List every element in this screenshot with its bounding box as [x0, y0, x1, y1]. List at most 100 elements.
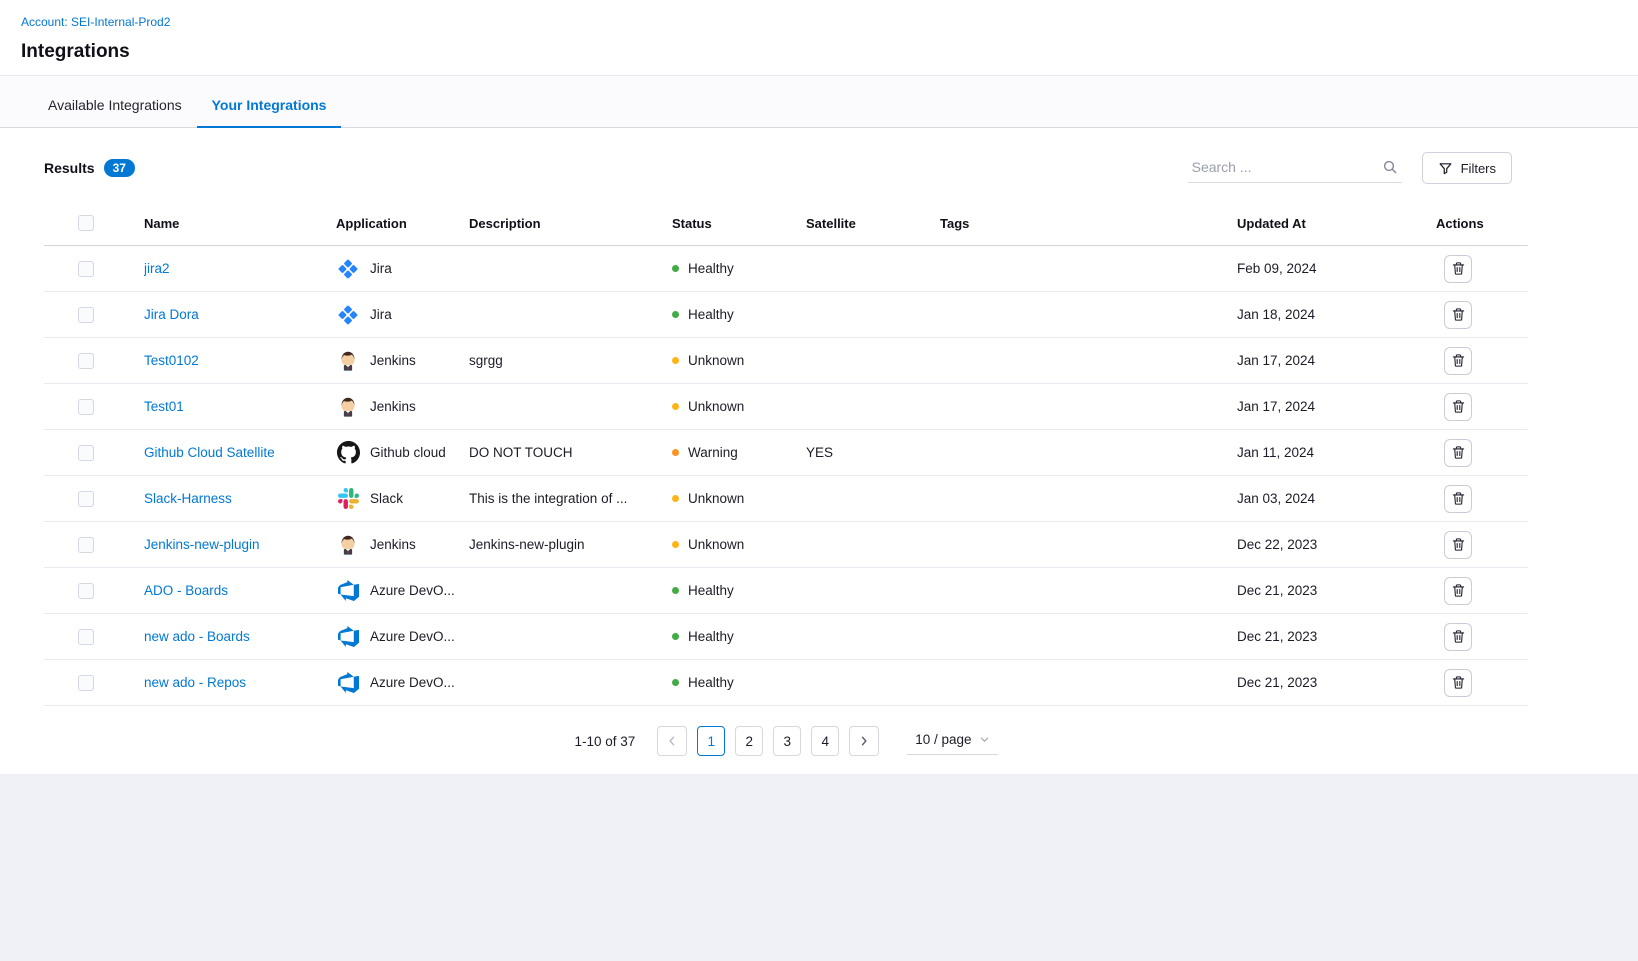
status-dot [672, 633, 679, 640]
trash-icon [1451, 399, 1466, 414]
azure-icon [336, 625, 360, 649]
updated-at: Jan 17, 2024 [1237, 353, 1436, 368]
integration-name-link[interactable]: Github Cloud Satellite [144, 445, 275, 460]
search-icon [1382, 159, 1398, 175]
table-row: jira2 Jira Healthy Feb 09, 2024 [44, 246, 1528, 292]
status-label: Healthy [688, 583, 734, 598]
integration-name-link[interactable]: Test01 [144, 399, 184, 414]
updated-at: Dec 21, 2023 [1237, 583, 1436, 598]
page-button-3[interactable]: 3 [773, 726, 801, 756]
prev-page-button[interactable] [657, 726, 687, 756]
page-button-4[interactable]: 4 [811, 726, 839, 756]
integration-name-link[interactable]: new ado - Repos [144, 675, 246, 690]
description-text: Jenkins-new-plugin [469, 537, 672, 552]
status-label: Unknown [688, 537, 744, 552]
trash-icon [1451, 491, 1466, 506]
page-buttons: 1234 [697, 726, 839, 756]
slack-icon [336, 487, 360, 511]
toolbar: Results 37 Filters [44, 152, 1528, 184]
status-label: Healthy [688, 307, 734, 322]
page-size-select[interactable]: 10 / page [907, 727, 997, 755]
tab-available-integrations[interactable]: Available Integrations [33, 97, 197, 127]
row-checkbox[interactable] [78, 353, 94, 369]
delete-button[interactable] [1444, 439, 1472, 467]
tab-bar: Available Integrations Your Integrations [0, 76, 1638, 128]
delete-button[interactable] [1444, 255, 1472, 283]
table-row: Github Cloud Satellite Github cloud DO N… [44, 430, 1528, 476]
page-size-label: 10 / page [915, 732, 971, 747]
updated-at: Dec 21, 2023 [1237, 675, 1436, 690]
table-row: ADO - Boards Azure DevO... Healthy Dec 2… [44, 568, 1528, 614]
trash-icon [1451, 675, 1466, 690]
status-label: Warning [688, 445, 738, 460]
filters-button[interactable]: Filters [1422, 152, 1512, 184]
search-input[interactable] [1190, 158, 1382, 176]
search-box [1188, 154, 1402, 183]
row-checkbox[interactable] [78, 491, 94, 507]
integration-name-link[interactable]: Jira Dora [144, 307, 199, 322]
tab-your-integrations[interactable]: Your Integrations [197, 97, 342, 128]
integration-name-link[interactable]: Slack-Harness [144, 491, 232, 506]
column-header-tags: Tags [940, 216, 1237, 231]
updated-at: Jan 03, 2024 [1237, 491, 1436, 506]
delete-button[interactable] [1444, 393, 1472, 421]
row-checkbox[interactable] [78, 399, 94, 415]
status-dot [672, 495, 679, 502]
results-label: Results [44, 160, 95, 176]
account-link[interactable]: Account: SEI-Internal-Prod2 [21, 15, 170, 29]
application-label: Azure DevO... [370, 629, 455, 644]
page-button-1[interactable]: 1 [697, 726, 725, 756]
delete-button[interactable] [1444, 347, 1472, 375]
status-label: Unknown [688, 353, 744, 368]
jenkins-icon [336, 533, 360, 557]
row-checkbox[interactable] [78, 261, 94, 277]
next-page-button[interactable] [849, 726, 879, 756]
filters-label: Filters [1461, 161, 1496, 176]
status-label: Unknown [688, 399, 744, 414]
jenkins-icon [336, 395, 360, 419]
status-label: Healthy [688, 675, 734, 690]
jenkins-icon [336, 349, 360, 373]
table-row: Test0102 Jenkins sgrgg Unknown Jan 17, 2… [44, 338, 1528, 384]
row-checkbox[interactable] [78, 675, 94, 691]
select-all-checkbox[interactable] [78, 215, 94, 231]
row-checkbox[interactable] [78, 537, 94, 553]
integration-name-link[interactable]: new ado - Boards [144, 629, 250, 644]
trash-icon [1451, 583, 1466, 598]
page-header: Account: SEI-Internal-Prod2 Integrations [0, 0, 1638, 76]
status-dot [672, 265, 679, 272]
row-checkbox[interactable] [78, 445, 94, 461]
delete-button[interactable] [1444, 623, 1472, 651]
application-label: Jenkins [370, 399, 416, 414]
page-button-2[interactable]: 2 [735, 726, 763, 756]
trash-icon [1451, 353, 1466, 368]
delete-button[interactable] [1444, 577, 1472, 605]
trash-icon [1451, 261, 1466, 276]
updated-at: Jan 18, 2024 [1237, 307, 1436, 322]
integration-name-link[interactable]: Test0102 [144, 353, 199, 368]
delete-button[interactable] [1444, 531, 1472, 559]
delete-button[interactable] [1444, 301, 1472, 329]
trash-icon [1451, 537, 1466, 552]
pagination-range-label: 1-10 of 37 [574, 734, 635, 749]
row-checkbox[interactable] [78, 307, 94, 323]
application-label: Azure DevO... [370, 675, 455, 690]
row-checkbox[interactable] [78, 583, 94, 599]
delete-button[interactable] [1444, 485, 1472, 513]
integration-name-link[interactable]: ADO - Boards [144, 583, 228, 598]
status-dot [672, 449, 679, 456]
main-content: Results 37 Filters Name Application De [0, 128, 1638, 774]
delete-button[interactable] [1444, 669, 1472, 697]
row-checkbox[interactable] [78, 629, 94, 645]
filter-icon [1438, 161, 1453, 176]
integration-name-link[interactable]: Jenkins-new-plugin [144, 537, 260, 552]
updated-at: Dec 22, 2023 [1237, 537, 1436, 552]
table-row: new ado - Boards Azure DevO... Healthy D… [44, 614, 1528, 660]
integration-name-link[interactable]: jira2 [144, 261, 170, 276]
column-header-application: Application [336, 216, 469, 231]
application-label: Jenkins [370, 537, 416, 552]
application-label: Jenkins [370, 353, 416, 368]
integrations-table: Name Application Description Status Sate… [44, 202, 1528, 706]
trash-icon [1451, 445, 1466, 460]
table-body: jira2 Jira Healthy Feb 09, 2024 Jira Dor… [44, 246, 1528, 706]
